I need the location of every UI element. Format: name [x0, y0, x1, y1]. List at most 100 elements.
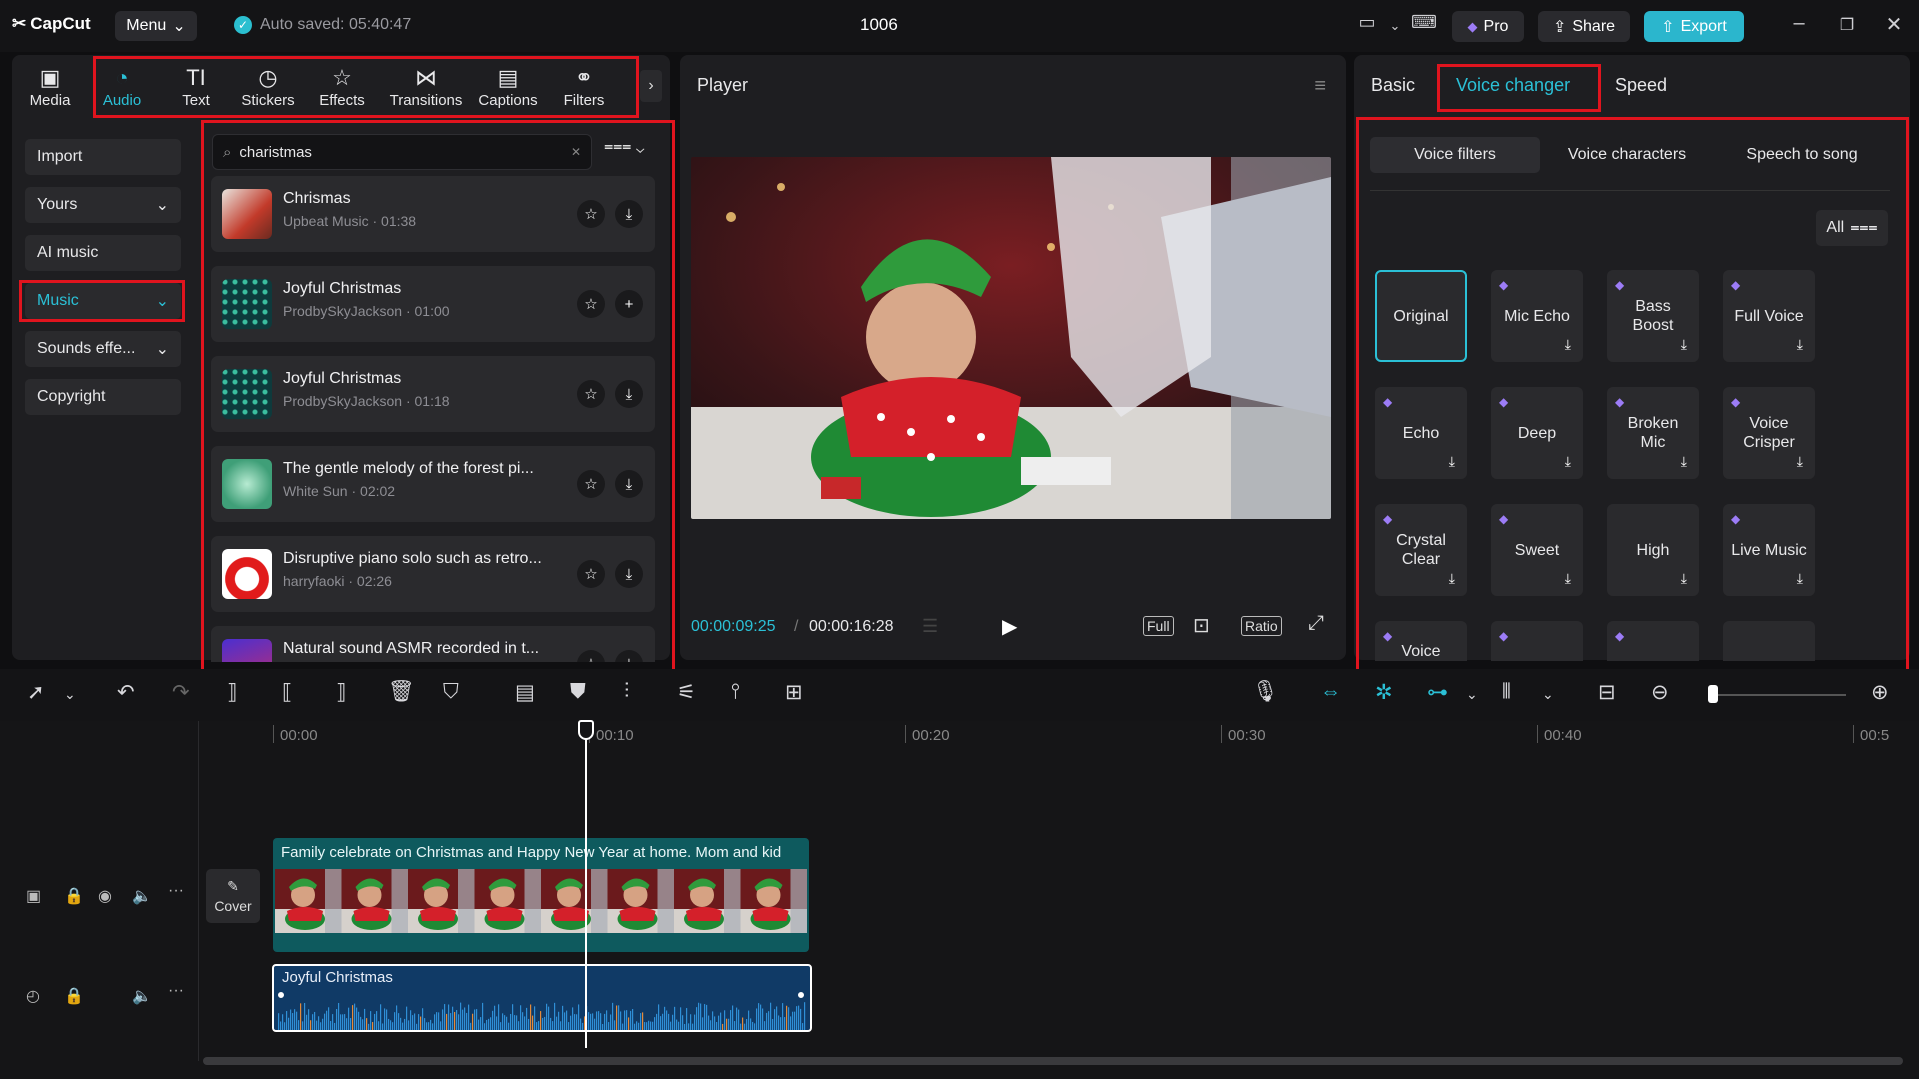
- playhead-handle[interactable]: [578, 720, 594, 740]
- tab-voice-changer[interactable]: Voice changer: [1456, 75, 1570, 96]
- download-icon[interactable]: ⤓: [1565, 569, 1571, 588]
- export-button[interactable]: ⇧ Export: [1644, 11, 1744, 42]
- lock-icon[interactable]: 🔒: [64, 986, 84, 1006]
- download-icon[interactable]: ⤓: [1797, 335, 1803, 354]
- tabs-next-button[interactable]: ›: [640, 70, 662, 102]
- favorite-star-icon[interactable]: ☆: [577, 560, 605, 588]
- delete-icon[interactable]: 🗑: [388, 680, 415, 704]
- tab-effects[interactable]: ☆ Effects: [309, 63, 375, 113]
- voice-filter-card[interactable]: [1723, 621, 1815, 661]
- filter-all-button[interactable]: All ⩶: [1816, 210, 1888, 246]
- download-icon[interactable]: ⤓: [1449, 452, 1455, 471]
- favorite-star-icon[interactable]: ☆: [577, 200, 605, 228]
- download-icon[interactable]: ⤓: [1681, 569, 1687, 588]
- speaker-icon[interactable]: 🔈: [132, 986, 152, 1006]
- layout-icon[interactable]: ▭: [1352, 12, 1382, 33]
- filter-sort-button[interactable]: ⩶ ⌄: [604, 138, 645, 156]
- voice-filter-card[interactable]: ◆ Sweet ⤓: [1491, 504, 1583, 596]
- video-preview[interactable]: [691, 157, 1331, 519]
- download-icon[interactable]: ⤓: [615, 200, 643, 228]
- adjust-icon[interactable]: ⫶: [624, 680, 629, 704]
- list-item[interactable]: Joyful Christmas ProdbySkyJackson · 01:1…: [211, 356, 655, 432]
- download-icon[interactable]: ⤓: [1797, 452, 1803, 471]
- search-input[interactable]: ⌕ charistmas ✕: [212, 134, 592, 170]
- audio-clip[interactable]: Joyful Christmas: [272, 964, 812, 1032]
- ratio-button[interactable]: Ratio: [1241, 616, 1282, 636]
- chevron-down-icon[interactable]: ⌄: [1380, 18, 1410, 34]
- sidebar-item-music[interactable]: Music ⌄: [25, 283, 181, 319]
- download-icon[interactable]: ⤓: [1565, 335, 1571, 354]
- eye-icon[interactable]: ◉: [98, 886, 112, 906]
- close-icon[interactable]: ✕: [1879, 12, 1909, 37]
- timeline-scrollbar[interactable]: [203, 1057, 1903, 1065]
- fit-timeline-icon[interactable]: ⊟: [1598, 680, 1616, 705]
- chevron-down-icon[interactable]: ⌄: [1466, 686, 1478, 703]
- preview-axis-icon[interactable]: ⫴: [1502, 680, 1511, 704]
- zoom-slider-handle[interactable]: [1708, 685, 1718, 703]
- sidebar-item-sounds-effects[interactable]: Sounds effe... ⌄: [25, 331, 181, 367]
- subtab-voice-filters[interactable]: Voice filters: [1370, 137, 1540, 173]
- tab-media[interactable]: ▣ Media: [17, 63, 83, 113]
- voice-filter-card[interactable]: High ⤓: [1607, 504, 1699, 596]
- voice-filter-card[interactable]: ◆ Crystal Clear ⤓: [1375, 504, 1467, 596]
- list-item[interactable]: Natural sound ASMR recorded in t... ☆ ⤓: [211, 626, 655, 662]
- subtab-voice-characters[interactable]: Voice characters: [1540, 137, 1714, 173]
- tab-basic[interactable]: Basic: [1371, 75, 1415, 96]
- favorite-star-icon[interactable]: ☆: [577, 470, 605, 498]
- magic-wand-icon[interactable]: ⚟: [677, 680, 696, 705]
- download-icon[interactable]: ⤓: [615, 650, 643, 662]
- download-icon[interactable]: ⤓: [1797, 569, 1803, 588]
- split-right-icon[interactable]: ⟧: [336, 680, 346, 705]
- favorite-star-icon[interactable]: ☆: [577, 290, 605, 318]
- lock-icon[interactable]: 🔒: [64, 886, 84, 906]
- speaker-icon[interactable]: 🔈: [132, 886, 152, 906]
- more-icon[interactable]: ···: [168, 982, 184, 1000]
- subtab-speech-to-song[interactable]: Speech to song: [1714, 137, 1890, 173]
- split-icon[interactable]: ⟧: [227, 680, 237, 705]
- tab-stickers[interactable]: ◷ Stickers: [235, 63, 301, 113]
- play-icon[interactable]: ▶: [1002, 614, 1017, 639]
- tab-filters[interactable]: ⚭ Filters: [551, 63, 617, 113]
- translate-icon[interactable]: ⊞: [785, 680, 803, 705]
- fullscreen-icon[interactable]: ⤢: [1308, 612, 1324, 635]
- zoom-out-icon[interactable]: ⊖: [1651, 680, 1669, 705]
- marker-icon[interactable]: ⛉: [443, 680, 459, 704]
- share-button[interactable]: ⇪ Share: [1538, 11, 1630, 42]
- tab-captions[interactable]: ▤ Captions: [475, 63, 541, 113]
- video-clip[interactable]: Family celebrate on Christmas and Happy …: [273, 838, 809, 952]
- voice-filter-card[interactable]: ◆ Full Voice ⤓: [1723, 270, 1815, 362]
- select-tool-icon[interactable]: ➚: [27, 680, 45, 705]
- voice-filter-card[interactable]: ◆ Live Music ⤓: [1723, 504, 1815, 596]
- chevron-down-icon[interactable]: ⌄: [64, 686, 76, 703]
- sidebar-item-copyright[interactable]: Copyright: [25, 379, 181, 415]
- split-left-icon[interactable]: ⟦: [282, 680, 292, 705]
- list-item[interactable]: Joyful Christmas ProdbySkyJackson · 01:0…: [211, 266, 655, 342]
- voice-filter-card[interactable]: ◆: [1491, 621, 1583, 661]
- voice-filter-card[interactable]: ◆ Deep ⤓: [1491, 387, 1583, 479]
- restore-icon[interactable]: ❐: [1832, 15, 1862, 35]
- clip-handle-right[interactable]: [796, 990, 806, 1000]
- pro-button[interactable]: ◆ Pro: [1452, 11, 1524, 42]
- redo-icon[interactable]: ↷: [172, 680, 190, 705]
- tab-text[interactable]: TI Text: [163, 63, 229, 113]
- download-icon[interactable]: ⤓: [615, 560, 643, 588]
- voice-filter-card[interactable]: ◆ Broken Mic ⤓: [1607, 387, 1699, 479]
- player-menu-icon[interactable]: ≡: [1314, 75, 1326, 98]
- audio-split-icon[interactable]: ⫯: [731, 680, 740, 704]
- download-icon[interactable]: ⤓: [615, 380, 643, 408]
- voice-filter-card[interactable]: ◆ Bass Boost ⤓: [1607, 270, 1699, 362]
- cover-button[interactable]: ✎ Cover: [206, 869, 260, 923]
- clear-icon[interactable]: ✕: [571, 145, 581, 159]
- ai-mask-icon[interactable]: ⛊: [570, 680, 586, 704]
- voice-filter-card[interactable]: ◆ Echo ⤓: [1375, 387, 1467, 479]
- sidebar-item-yours[interactable]: Yours ⌄: [25, 187, 181, 223]
- text-template-icon[interactable]: ▤: [515, 680, 535, 705]
- tab-audio[interactable]: ◔ Audio: [89, 63, 155, 113]
- voice-filter-card[interactable]: ◆ Voice: [1375, 621, 1467, 661]
- zoom-fit-icon[interactable]: ⊡: [1193, 613, 1210, 638]
- clip-handle-left[interactable]: [276, 990, 286, 1000]
- voice-filter-card[interactable]: ◆ Mic Echo ⤓: [1491, 270, 1583, 362]
- tab-transitions[interactable]: ⋈ Transitions: [386, 63, 466, 113]
- favorite-star-icon[interactable]: ☆: [577, 380, 605, 408]
- playhead[interactable]: [585, 722, 587, 1048]
